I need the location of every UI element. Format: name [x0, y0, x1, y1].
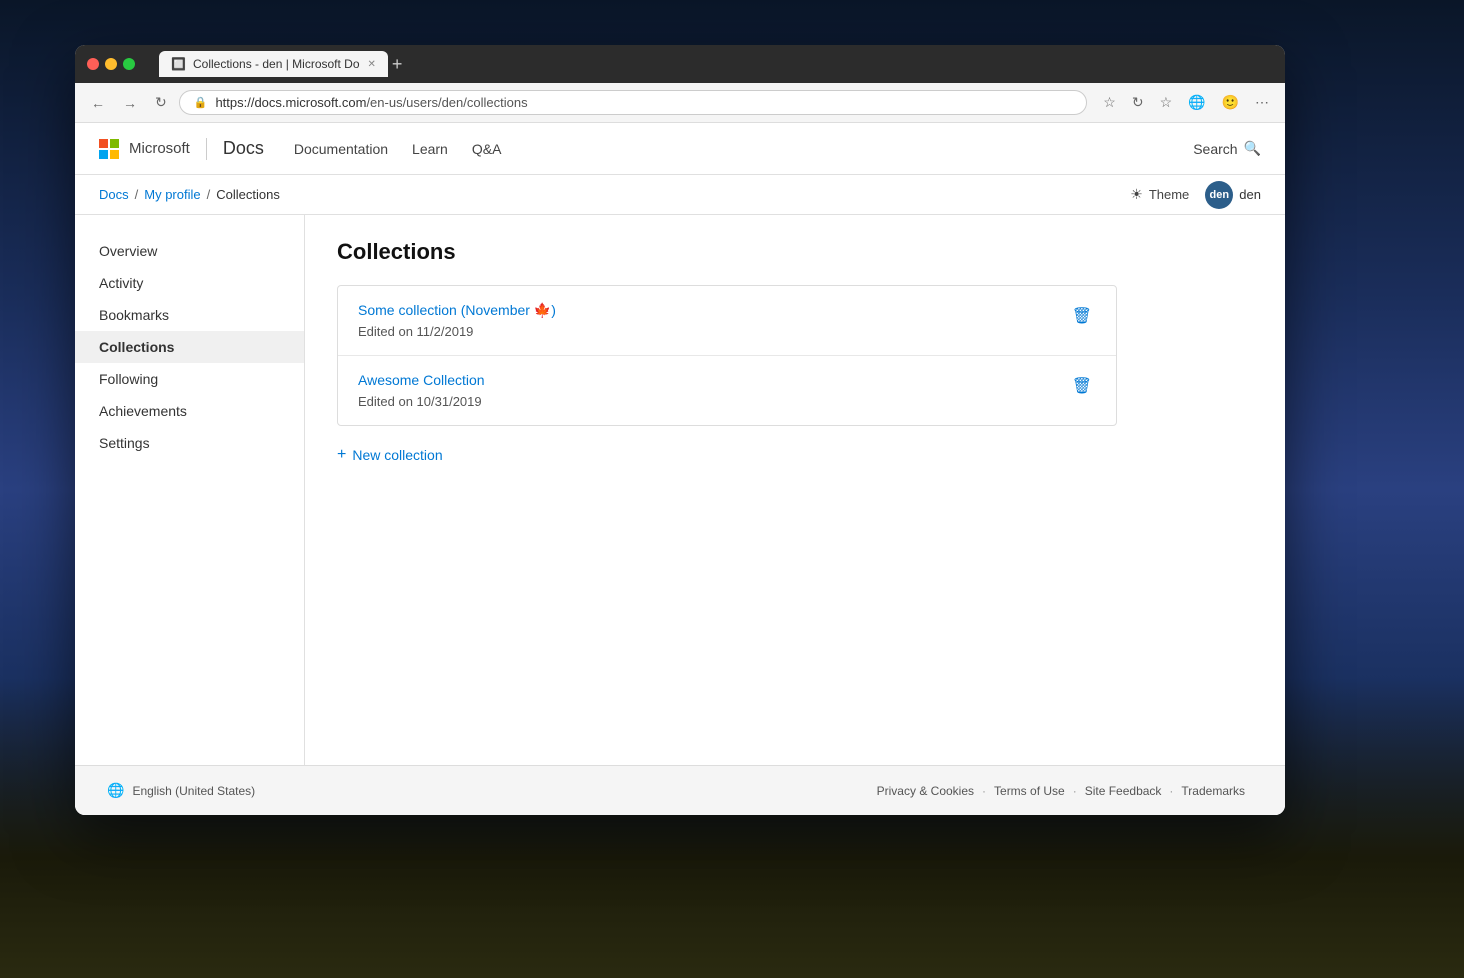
- active-tab[interactable]: 🔲 Collections - den | Microsoft Do ✕: [159, 51, 388, 77]
- new-collection-label: New collection: [352, 447, 442, 463]
- sidebar-item-settings[interactable]: Settings: [75, 427, 304, 459]
- ms-square-yellow: [110, 150, 119, 159]
- nav-bar: ← → ↻ 🔒 https://docs.microsoft.com/en-us…: [75, 83, 1285, 123]
- theme-label: Theme: [1149, 187, 1189, 202]
- ms-square-green: [110, 139, 119, 148]
- settings-button[interactable]: ⋯: [1249, 90, 1275, 115]
- breadcrumb: Docs / My profile / Collections: [99, 187, 280, 202]
- footer: 🌐 English (United States) Privacy & Cook…: [75, 765, 1285, 815]
- nav-qa[interactable]: Q&A: [462, 137, 512, 161]
- emoji-button[interactable]: 🙂: [1216, 90, 1245, 115]
- browser-window: 🔲 Collections - den | Microsoft Do ✕ + ←…: [75, 45, 1285, 815]
- footer-left: 🌐 English (United States): [107, 782, 255, 799]
- user-area: den den: [1205, 181, 1261, 209]
- breadcrumb-actions: ☀ Theme den den: [1130, 181, 1261, 209]
- refresh-button[interactable]: ↻: [149, 90, 173, 115]
- collection-date-1: Edited on 11/2/2019: [358, 324, 556, 339]
- nav-documentation[interactable]: Documentation: [284, 137, 398, 161]
- back-button[interactable]: ←: [85, 91, 111, 115]
- minimize-button[interactable]: [105, 58, 117, 70]
- collection-name-2[interactable]: Awesome Collection: [358, 372, 485, 388]
- sidebar-item-achievements[interactable]: Achievements: [75, 395, 304, 427]
- sidebar: Overview Activity Bookmarks Collections …: [75, 215, 305, 765]
- collections-list: Some collection (November 🍁) Edited on 1…: [337, 285, 1117, 426]
- breadcrumb-sep-1: /: [135, 187, 139, 202]
- avatar: den: [1205, 181, 1233, 209]
- maximize-button[interactable]: [123, 58, 135, 70]
- forward-button[interactable]: →: [117, 91, 143, 115]
- tab-area: 🔲 Collections - den | Microsoft Do ✕ +: [159, 51, 1273, 77]
- favorites-button[interactable]: ☆: [1097, 90, 1122, 115]
- collection-name-1[interactable]: Some collection (November 🍁): [358, 302, 556, 318]
- sidebar-item-activity[interactable]: Activity: [75, 267, 304, 299]
- page-title: Collections: [337, 239, 1253, 265]
- collection-info-1: Some collection (November 🍁) Edited on 1…: [358, 302, 556, 339]
- address-text: https://docs.microsoft.com/en-us/users/d…: [215, 95, 1072, 110]
- sidebar-item-following[interactable]: Following: [75, 363, 304, 395]
- nav-learn[interactable]: Learn: [402, 137, 458, 161]
- footer-feedback[interactable]: Site Feedback: [1077, 784, 1170, 798]
- microsoft-label: Microsoft: [129, 140, 190, 157]
- breadcrumb-myprofile[interactable]: My profile: [144, 187, 200, 202]
- breadcrumb-collections: Collections: [216, 187, 280, 202]
- username: den: [1239, 187, 1261, 202]
- delete-collection-1[interactable]: 🗑: [1068, 302, 1096, 330]
- reload-button[interactable]: ↻: [1126, 90, 1150, 115]
- address-bar[interactable]: 🔒 https://docs.microsoft.com/en-us/users…: [179, 90, 1088, 115]
- breadcrumb-docs[interactable]: Docs: [99, 187, 129, 202]
- tab-close-button[interactable]: ✕: [368, 59, 376, 70]
- site-header: Microsoft Docs Documentation Learn Q&A S…: [75, 123, 1285, 175]
- collection-item-1: Some collection (November 🍁) Edited on 1…: [338, 286, 1116, 356]
- profile-button[interactable]: 🌐: [1182, 90, 1211, 115]
- tab-title: Collections - den | Microsoft Do: [193, 57, 360, 71]
- footer-right: Privacy & Cookies · Terms of Use · Site …: [869, 784, 1253, 798]
- delete-collection-2[interactable]: 🗑: [1068, 372, 1096, 400]
- content-area: Collections Some collection (November 🍁)…: [305, 215, 1285, 765]
- search-button[interactable]: Search 🔍: [1193, 140, 1261, 157]
- new-tab-button[interactable]: +: [392, 55, 403, 73]
- breadcrumb-sep-2: /: [207, 187, 211, 202]
- nav-icons: ☆ ↻ ☆ 🌐 🙂 ⋯: [1097, 90, 1275, 115]
- search-icon: 🔍: [1244, 140, 1261, 157]
- traffic-lights: [87, 58, 135, 70]
- footer-privacy[interactable]: Privacy & Cookies: [869, 784, 982, 798]
- search-label: Search: [1193, 141, 1237, 157]
- theme-button[interactable]: ☀ Theme: [1130, 186, 1189, 203]
- plus-icon: +: [337, 446, 346, 464]
- sidebar-item-overview[interactable]: Overview: [75, 235, 304, 267]
- url-base: https://docs.microsoft.com: [215, 95, 366, 110]
- collection-info-2: Awesome Collection Edited on 10/31/2019: [358, 372, 485, 409]
- close-button[interactable]: [87, 58, 99, 70]
- title-bar: 🔲 Collections - den | Microsoft Do ✕ +: [75, 45, 1285, 83]
- header-nav: Documentation Learn Q&A: [284, 137, 512, 161]
- ms-square-blue: [99, 150, 108, 159]
- lock-icon: 🔒: [194, 96, 208, 109]
- footer-terms[interactable]: Terms of Use: [986, 784, 1073, 798]
- new-collection-button[interactable]: + New collection: [337, 442, 443, 468]
- docs-label: Docs: [223, 138, 264, 159]
- sidebar-item-collections[interactable]: Collections: [75, 331, 304, 363]
- footer-locale: English (United States): [132, 784, 255, 798]
- favorites-bar-button[interactable]: ☆: [1154, 90, 1179, 115]
- url-path: /en-us/users/den/collections: [366, 95, 527, 110]
- sun-icon: ☀: [1130, 186, 1143, 203]
- footer-trademarks[interactable]: Trademarks: [1173, 784, 1253, 798]
- logo-divider: [206, 138, 207, 160]
- globe-icon: 🌐: [107, 782, 124, 799]
- collection-item-2: Awesome Collection Edited on 10/31/2019 …: [338, 356, 1116, 425]
- page-content: Microsoft Docs Documentation Learn Q&A S…: [75, 123, 1285, 815]
- sidebar-item-bookmarks[interactable]: Bookmarks: [75, 299, 304, 331]
- ms-squares: [99, 139, 119, 159]
- collection-date-2: Edited on 10/31/2019: [358, 394, 485, 409]
- main-layout: Overview Activity Bookmarks Collections …: [75, 215, 1285, 765]
- ms-square-red: [99, 139, 108, 148]
- tab-favicon: 🔲: [171, 57, 185, 71]
- microsoft-logo[interactable]: Microsoft: [99, 139, 190, 159]
- breadcrumb-bar: Docs / My profile / Collections ☀ Theme …: [75, 175, 1285, 215]
